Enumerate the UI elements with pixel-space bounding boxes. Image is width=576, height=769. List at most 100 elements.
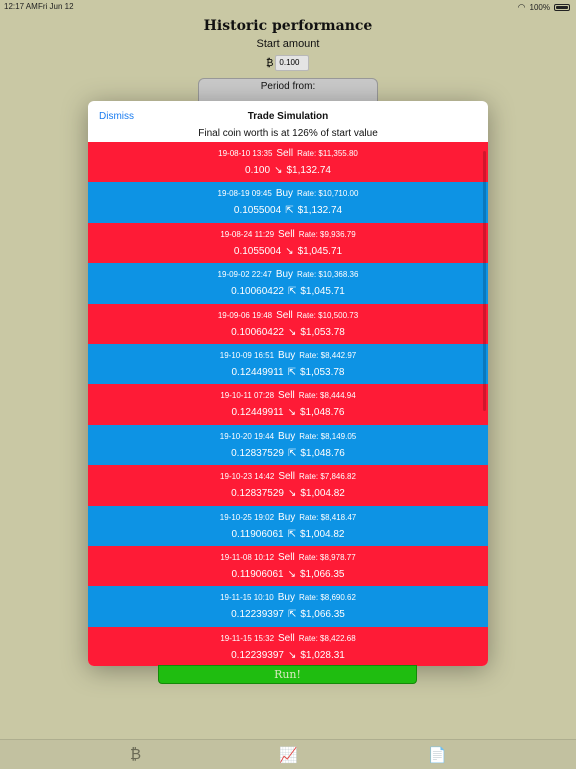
trade-date: 19-11-08 10:12 <box>220 552 275 562</box>
trade-row-values: 0.10060422 ↘ $1,053.78 <box>88 327 488 338</box>
trade-row-header: 19-10-20 19:44 Buy Rate: $8,149.05 <box>88 431 488 442</box>
trade-row: 19-10-11 07:28 Sell Rate: $8,444.94 0.12449… <box>88 384 488 425</box>
trade-action: Buy <box>277 592 295 604</box>
trade-row-values: 0.1055004 ↘ $1,045.71 <box>88 246 488 257</box>
bitcoin-tab-icon[interactable]: ₿ <box>130 746 141 763</box>
status-date: Fri Jun 12 <box>38 2 74 11</box>
trade-row-header: 19-10-11 07:28 Sell Rate: $8,444.94 <box>88 390 488 401</box>
trade-coins: 0.1055004 <box>233 245 282 257</box>
trade-date: 19-10-09 16:51 <box>219 350 275 360</box>
trade-rate: Rate: $8,442.97 <box>299 350 357 360</box>
modal-header: Dismiss Trade Simulation <box>88 101 488 127</box>
trade-coins: 0.12239397 <box>231 649 284 661</box>
trade-row-values: 0.12837529 ⇱ $1,048.76 <box>88 448 488 459</box>
document-tab-icon[interactable]: 📄 <box>428 746 447 764</box>
trade-action: Sell <box>276 148 294 159</box>
trade-coins: 0.11906061 <box>231 568 284 580</box>
trade-row: 19-10-23 14:42 Sell Rate: $7,846.82 0.12837… <box>88 465 488 506</box>
trade-rate: Rate: $8,978.77 <box>298 552 356 562</box>
trade-row: 19-09-06 19:48 Sell Rate: $10,500.73 0.1006… <box>88 303 488 344</box>
trade-row-header: 19-11-15 15:32 Sell Rate: $8,422.68 <box>88 633 488 644</box>
trade-rate: Rate: $8,149.05 <box>299 431 357 441</box>
start-amount-label: Start amount <box>256 38 320 50</box>
trade-value: $1,045.71 <box>300 286 345 298</box>
trade-date: 19-11-15 15:32 <box>220 633 275 643</box>
trade-date: 19-11-15 10:10 <box>220 593 274 603</box>
trade-row-header: 19-09-02 22:47 Buy Rate: $10,368.36 <box>88 269 488 280</box>
trade-action: Sell <box>278 471 295 483</box>
trade-value: $1,028.31 <box>300 649 345 661</box>
trade-value: $1,066.35 <box>300 609 345 621</box>
trade-rate: Rate: $8,444.94 <box>298 391 356 401</box>
trade-direction-icon: ↘ <box>287 649 297 661</box>
modal-subtitle: Final coin worth is at 126% of start val… <box>198 128 378 139</box>
bitcoin-icon: ₿ <box>266 57 274 69</box>
period-label: Period from: <box>260 81 316 92</box>
trade-coins: 0.10060422 <box>231 286 284 298</box>
trade-row-values: 0.11906061 ⇱ $1,004.82 <box>88 529 488 540</box>
trade-coins: 0.12837529 <box>231 447 284 459</box>
trade-direction-icon: ↘ <box>287 326 297 338</box>
trade-coins: 0.10060422 <box>231 326 284 338</box>
trade-action: Sell <box>278 551 295 563</box>
trade-direction-icon: ↘ <box>287 488 297 500</box>
trade-row-header: 19-09-06 19:48 Sell Rate: $10,500.73 <box>88 310 488 321</box>
trade-value: $1,045.71 <box>297 245 343 257</box>
trade-coins: 0.12449911 <box>231 407 284 419</box>
trade-row-values: 0.10060422 ⇱ $1,045.71 <box>88 286 488 297</box>
trade-value: $1,053.78 <box>300 326 345 338</box>
modal-title: Trade Simulation <box>247 111 329 122</box>
trade-row: 19-11-15 15:32 Sell Rate: $8,422.68 0.12239… <box>88 626 488 666</box>
trade-row: 19-09-02 22:47 Buy Rate: $10,368.36 0.10060… <box>88 263 488 304</box>
trade-direction-icon: ⇱ <box>287 286 297 298</box>
trade-row: 19-10-09 16:51 Buy Rate: $8,442.97 0.124499… <box>88 343 488 385</box>
trade-rate: Rate: $10,500.73 <box>296 310 359 320</box>
trade-direction-icon: ↘ <box>274 165 283 176</box>
run-button[interactable]: Run! <box>158 665 417 684</box>
trade-row: 19-10-25 19:02 Buy Rate: $8,418.47 0.119060… <box>88 505 488 546</box>
status-time: 12:17 AM <box>4 2 38 11</box>
status-right: ◠ 100% <box>518 2 570 13</box>
trade-rate: Rate: $10,710.00 <box>297 189 359 199</box>
trade-list[interactable]: 19-08-10 13:35 Sell Rate: $11,355.80 0.100 ↘… <box>88 142 488 666</box>
trade-rate: Rate: $8,422.68 <box>298 633 356 643</box>
trade-action: Sell <box>276 309 293 321</box>
trade-coins: 0.1055004 <box>233 205 282 217</box>
trade-action: Sell <box>278 390 295 402</box>
trade-direction-icon: ⇱ <box>287 366 296 378</box>
start-amount-input[interactable]: 0.100 <box>275 55 310 71</box>
trade-date: 19-10-23 14:42 <box>220 472 275 482</box>
trade-value: $1,004.82 <box>300 488 345 500</box>
trade-rate: Rate: $9,936.79 <box>298 229 356 239</box>
trade-action: Buy <box>278 349 296 361</box>
trade-direction-icon: ↘ <box>285 245 294 257</box>
trade-row-header: 19-08-10 13:35 Sell Rate: $11,355.80 <box>88 148 488 159</box>
trade-row-header: 19-10-09 16:51 Buy Rate: $8,442.97 <box>88 350 488 361</box>
trade-direction-icon: ⇱ <box>285 205 294 217</box>
trade-simulation-modal: Dismiss Trade Simulation Final coin wort… <box>88 101 488 666</box>
chart-tab-icon[interactable]: 📈 <box>279 746 298 764</box>
scrollbar[interactable] <box>483 151 486 411</box>
trade-direction-icon: ⇱ <box>287 447 297 459</box>
trade-rate: Rate: $8,418.47 <box>299 512 357 522</box>
trade-rate: Rate: $11,355.80 <box>297 149 358 158</box>
trade-row-values: 0.12239397 ⇱ $1,066.35 <box>88 609 488 620</box>
trade-coins: 0.12449911 <box>231 366 284 378</box>
status-bar: 12:17 AM Fri Jun 12 ◠ 100% <box>0 0 576 14</box>
trade-action: Buy <box>278 511 296 523</box>
trade-row-values: 0.12837529 ↘ $1,004.82 <box>88 488 488 499</box>
trade-row-header: 19-11-15 10:10 Buy Rate: $8,690.62 <box>88 592 488 603</box>
trade-action: Sell <box>278 228 295 240</box>
trade-direction-icon: ↘ <box>287 407 296 419</box>
trade-value: $1,066.35 <box>299 568 345 580</box>
trade-action: Buy <box>275 188 294 200</box>
trade-value: $1,048.76 <box>299 407 345 419</box>
trade-row-header: 19-08-19 09:45 Buy Rate: $10,710.00 <box>88 188 488 199</box>
trade-row-values: 0.12239397 ↘ $1,028.31 <box>88 650 488 661</box>
trade-action: Buy <box>275 269 294 281</box>
trade-row: 19-11-08 10:12 Sell Rate: $8,978.77 0.11906… <box>88 545 488 587</box>
trade-value: $1,048.76 <box>300 447 345 459</box>
trade-date: 19-10-20 19:44 <box>219 431 275 441</box>
trade-row-values: 0.1055004 ⇱ $1,132.74 <box>88 205 488 216</box>
trade-direction-icon: ↘ <box>287 568 296 580</box>
